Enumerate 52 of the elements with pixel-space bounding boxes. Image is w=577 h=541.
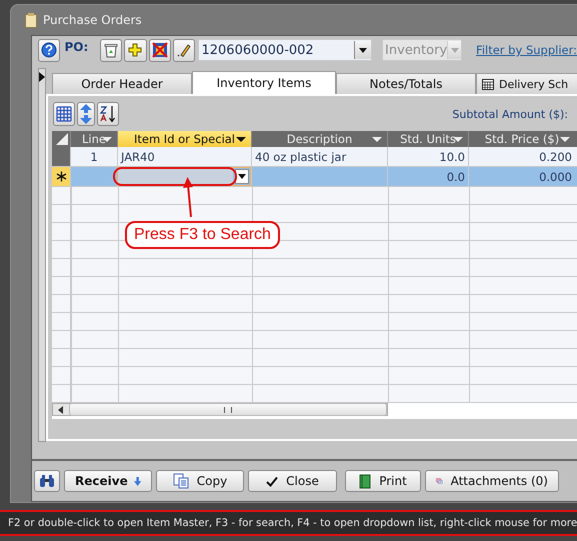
book-icon	[359, 474, 372, 488]
add-button[interactable]	[124, 38, 147, 62]
plus-icon	[128, 43, 142, 57]
sort-button[interactable]	[97, 102, 119, 126]
help-icon	[41, 42, 58, 58]
table-cell: 40 oz plastic jar	[251, 147, 387, 166]
table-cell: 10.0	[387, 147, 468, 166]
new-record-selector[interactable]	[52, 167, 70, 186]
table-cell: 0.000	[468, 167, 575, 186]
table-cell: JAR40	[117, 147, 251, 166]
status-bar: F2 or double-click to open Item Master, F3 - for search, F4 - to open dropdown list, right-click mouse for more	[0, 510, 577, 536]
tab[interactable]: Inventory Items	[192, 71, 336, 94]
attachments-button[interactable]: Attachments (0)	[425, 470, 559, 492]
delete-button[interactable]	[100, 38, 122, 62]
filter-by-supplier-link[interactable]: Filter by Supplier:	[476, 43, 577, 57]
subtotal-label: Subtotal Amount ($):	[452, 108, 568, 120]
copy-button[interactable]: Copy	[156, 470, 244, 492]
callout-arrow	[182, 177, 196, 217]
tab[interactable]: Delivery Sch	[476, 73, 577, 94]
tab[interactable]: Notes/Totals	[336, 73, 476, 94]
po-number-combo[interactable]: 1206060000-002	[198, 39, 372, 61]
copy-icon	[172, 473, 189, 489]
cancel-document-button[interactable]	[148, 38, 172, 62]
checkmark-icon	[266, 476, 278, 486]
close-button[interactable]: Close	[248, 470, 337, 492]
tab[interactable]: Order Header	[52, 73, 192, 94]
print-button[interactable]: Print	[345, 470, 421, 492]
down-arrow-icon	[134, 476, 141, 486]
dropdown-caret-icon[interactable]	[354, 41, 372, 59]
crossed-out-icon	[152, 42, 168, 58]
dropdown-caret-icon[interactable]	[235, 169, 249, 184]
pencil-icon	[177, 43, 192, 57]
receive-button[interactable]: Receive	[64, 470, 152, 492]
binoculars-icon	[39, 474, 55, 488]
find-button[interactable]	[34, 470, 60, 492]
window-title: Purchase Orders	[43, 13, 142, 27]
clipboard-icon	[25, 12, 37, 28]
po-label: PO:	[64, 40, 90, 54]
table-cell: 0.200	[468, 147, 575, 166]
grid-view-button[interactable]	[53, 102, 75, 126]
current-record-icon	[39, 72, 45, 82]
scroll-left-icon[interactable]	[58, 406, 63, 414]
table-cell: 0.0	[387, 167, 468, 186]
edit-button[interactable]	[173, 38, 196, 62]
recycle-bin-icon	[104, 42, 118, 58]
calendar-icon	[482, 78, 494, 90]
help-button[interactable]	[38, 38, 60, 62]
table-cell: 1	[70, 147, 117, 166]
asterisk-icon	[56, 171, 66, 182]
column-header[interactable]: Item Id or Special	[117, 131, 251, 147]
move-up-down-button[interactable]	[77, 102, 95, 126]
callout-label: Press F3 to Search	[125, 221, 280, 249]
